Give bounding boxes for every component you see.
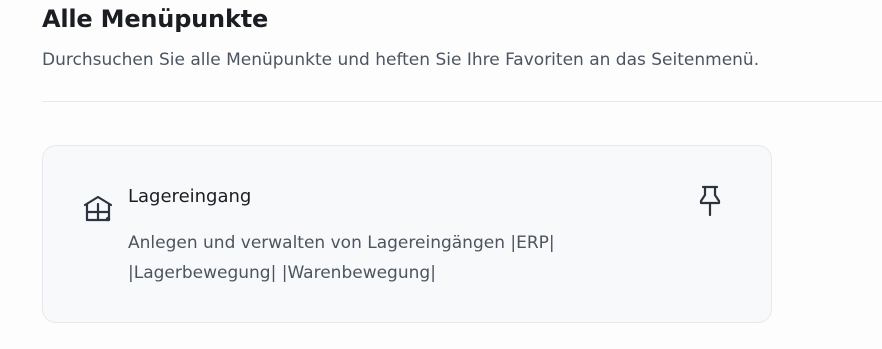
menu-item-description-line: Anlegen und verwalten von Lagereingängen… [128,233,555,253]
page-subtitle: Durchsuchen Sie alle Menüpunkte und heft… [42,50,760,70]
warehouse-icon [82,193,114,225]
pin-icon [699,185,721,217]
menu-item-description: Anlegen und verwalten von Lagereingängen… [128,228,688,288]
menu-item-description-line: |Lagerbewegung| |Warenbewegung| [128,263,436,283]
page-title: Alle Menüpunkte [42,5,269,33]
menu-item-title: Lagereingang [128,186,252,207]
pin-button[interactable] [693,183,727,219]
menu-item-card-lagereingang[interactable]: Lagereingang Anlegen und verwalten von L… [42,145,772,323]
header-divider [42,101,882,102]
page: Alle Menüpunkte Durchsuchen Sie alle Men… [0,0,882,349]
